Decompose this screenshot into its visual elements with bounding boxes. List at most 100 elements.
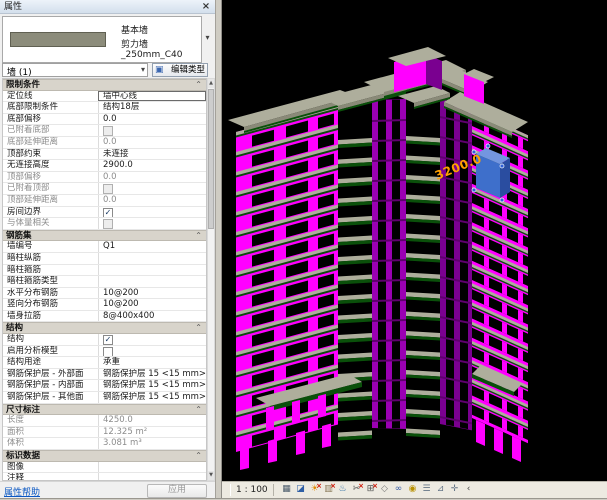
property-row[interactable]: 暗柱纵筋 bbox=[3, 252, 206, 265]
type-selector[interactable]: 基本墙 剪力墙_250mm_C40 bbox=[2, 16, 202, 63]
property-value[interactable] bbox=[98, 252, 206, 264]
collapse-icon[interactable]: ⌃ bbox=[195, 451, 202, 461]
property-row[interactable]: 面积 12.325 m² bbox=[3, 426, 206, 439]
property-row[interactable]: 钢筋保护层 - 内部面 钢筋保护层 15 <15 mm> bbox=[3, 380, 206, 393]
property-value[interactable] bbox=[98, 264, 206, 276]
property-value[interactable]: 承重 bbox=[98, 357, 206, 368]
property-row[interactable]: 墙编号 Q1 bbox=[3, 241, 206, 253]
checkbox-checked-icon[interactable]: ✓ bbox=[103, 207, 113, 218]
visual-style-icon[interactable]: ◪ bbox=[294, 483, 307, 496]
property-row[interactable]: 无连接高度 2900.0 bbox=[3, 160, 206, 172]
property-value[interactable]: 0.0 bbox=[98, 194, 206, 206]
property-value[interactable]: 钢筋保护层 15 <15 mm> bbox=[98, 368, 206, 380]
property-value[interactable]: 8@400x400 bbox=[98, 310, 206, 322]
palette-scrollbar[interactable]: ▲ ▼ bbox=[207, 78, 215, 481]
property-value[interactable] bbox=[98, 345, 206, 357]
property-row[interactable]: 钢筋保护层 - 外部面 钢筋保护层 15 <15 mm> bbox=[3, 368, 206, 381]
properties-help-link[interactable]: 属性帮助 bbox=[4, 485, 40, 498]
property-row[interactable]: 顶部延伸距离 0.0 bbox=[3, 194, 206, 207]
property-value[interactable] bbox=[98, 218, 206, 229]
property-value[interactable]: 10@200 bbox=[98, 299, 206, 310]
edit-type-button[interactable]: ▣ 编辑类型 bbox=[152, 63, 208, 77]
collapse-icon[interactable]: ⌃ bbox=[195, 323, 202, 333]
analytical-model-icon[interactable]: ⊿ bbox=[434, 483, 447, 496]
property-value[interactable]: 4250.0 bbox=[98, 415, 206, 426]
collapse-icon[interactable]: ⌃ bbox=[195, 405, 202, 415]
property-row[interactable]: 注释 bbox=[3, 473, 206, 480]
property-value[interactable]: 钢筋保护层 15 <15 mm> bbox=[98, 380, 206, 392]
temp-view-properties-icon[interactable]: ☰ bbox=[420, 483, 433, 496]
reveal-hidden-icon[interactable]: ◉ bbox=[406, 483, 419, 496]
property-value[interactable]: 12.325 m² bbox=[98, 426, 206, 438]
crop-region-icon[interactable]: ⊞ × bbox=[364, 482, 378, 496]
property-row[interactable]: 定位线 墙中心线 bbox=[3, 90, 206, 103]
checkbox-icon[interactable] bbox=[103, 184, 113, 194]
collapse-icon[interactable]: ⌃ bbox=[195, 80, 202, 90]
close-icon[interactable]: × bbox=[200, 0, 212, 13]
selection-filter-combo[interactable]: 墙 (1) ▾ bbox=[2, 63, 148, 78]
property-row[interactable]: 启用分析模型 bbox=[3, 345, 206, 358]
lock-3d-icon[interactable]: ◇ bbox=[378, 483, 391, 496]
property-row[interactable]: 竖向分布钢筋 10@200 bbox=[3, 299, 206, 311]
property-value[interactable]: ✓ bbox=[98, 206, 206, 218]
section-header[interactable]: 尺寸标注 ⌃ bbox=[3, 403, 206, 416]
checkbox-icon[interactable] bbox=[103, 126, 113, 136]
render-icon[interactable]: ♨ bbox=[336, 483, 349, 496]
property-value[interactable]: 0.0 bbox=[98, 136, 206, 148]
property-value[interactable] bbox=[98, 473, 206, 480]
section-header[interactable]: 结构 ⌃ bbox=[3, 322, 206, 335]
panel-divider[interactable] bbox=[215, 0, 222, 500]
property-row[interactable]: 底部延伸距离 0.0 bbox=[3, 136, 206, 149]
sun-path-icon[interactable]: ☀ × bbox=[308, 482, 322, 496]
property-row[interactable]: 暗柱箍筋 bbox=[3, 264, 206, 277]
checkbox-icon[interactable] bbox=[103, 219, 113, 229]
property-row[interactable]: 图像 bbox=[3, 461, 206, 474]
property-row[interactable]: 结构用途 承重 bbox=[3, 357, 206, 369]
property-value[interactable]: 结构18层 bbox=[98, 102, 206, 113]
property-row[interactable]: 顶部偏移 0.0 bbox=[3, 171, 206, 184]
property-row[interactable]: 钢筋保护层 - 其他面 钢筋保护层 15 <15 mm> bbox=[3, 392, 206, 404]
property-row[interactable]: 暗柱箍筋类型 bbox=[3, 276, 206, 288]
detail-level-icon[interactable]: ▦ bbox=[280, 483, 293, 496]
property-value[interactable]: 0.0 bbox=[98, 171, 206, 183]
property-value[interactable] bbox=[98, 125, 206, 136]
view-scale[interactable]: 1 : 100 bbox=[230, 484, 274, 496]
shadows-icon[interactable]: ▥ × bbox=[322, 482, 336, 496]
checkbox-icon[interactable] bbox=[103, 346, 113, 357]
property-value[interactable]: 未连接 bbox=[98, 148, 206, 160]
displacement-icon[interactable]: ✛ bbox=[448, 483, 461, 496]
property-row[interactable]: 长度 4250.0 bbox=[3, 415, 206, 427]
expand-icon[interactable]: ‹ bbox=[462, 483, 475, 496]
property-value[interactable]: 墙中心线 bbox=[98, 90, 206, 102]
scrollbar-thumb[interactable] bbox=[208, 89, 214, 229]
property-row[interactable]: 与体量相关 bbox=[3, 218, 206, 230]
chevron-down-icon[interactable]: ▾ bbox=[202, 32, 213, 44]
property-value[interactable]: 10@200 bbox=[98, 287, 206, 299]
property-value[interactable] bbox=[98, 183, 206, 194]
property-value[interactable]: 钢筋保护层 15 <15 mm> bbox=[98, 392, 206, 403]
crop-view-icon[interactable]: ✂ × bbox=[350, 482, 364, 496]
property-value[interactable] bbox=[98, 276, 206, 287]
property-row[interactable]: 体积 3.081 m³ bbox=[3, 438, 206, 450]
hide-isolate-icon[interactable]: ∞ bbox=[392, 483, 405, 496]
scroll-up-icon[interactable]: ▲ bbox=[208, 79, 214, 88]
property-row[interactable]: 底部偏移 0.0 bbox=[3, 113, 206, 126]
property-row[interactable]: 顶部约束 未连接 bbox=[3, 148, 206, 161]
3d-viewport[interactable]: 3200.0 bbox=[222, 0, 607, 481]
property-value[interactable]: Q1 bbox=[98, 241, 206, 252]
property-row[interactable]: 墙身拉筋 8@400x400 bbox=[3, 310, 206, 323]
apply-button[interactable]: 应用 bbox=[147, 484, 207, 498]
section-header[interactable]: 钢筋集 ⌃ bbox=[3, 229, 206, 242]
property-row[interactable]: 已附着底部 bbox=[3, 125, 206, 137]
section-header[interactable]: 限制条件 ⌃ bbox=[3, 79, 206, 91]
checkbox-checked-icon[interactable]: ✓ bbox=[103, 335, 113, 345]
property-value[interactable] bbox=[98, 461, 206, 473]
property-row[interactable]: 已附着顶部 bbox=[3, 183, 206, 195]
property-row[interactable]: 结构 ✓ bbox=[3, 334, 206, 346]
section-header[interactable]: 标识数据 ⌃ bbox=[3, 450, 206, 462]
palette-title-bar[interactable]: 属性 × bbox=[0, 0, 215, 14]
property-value[interactable]: 0.0 bbox=[98, 113, 206, 125]
property-value[interactable]: 2900.0 bbox=[98, 160, 206, 171]
scroll-down-icon[interactable]: ▼ bbox=[208, 471, 214, 480]
property-value[interactable]: ✓ bbox=[98, 334, 206, 345]
